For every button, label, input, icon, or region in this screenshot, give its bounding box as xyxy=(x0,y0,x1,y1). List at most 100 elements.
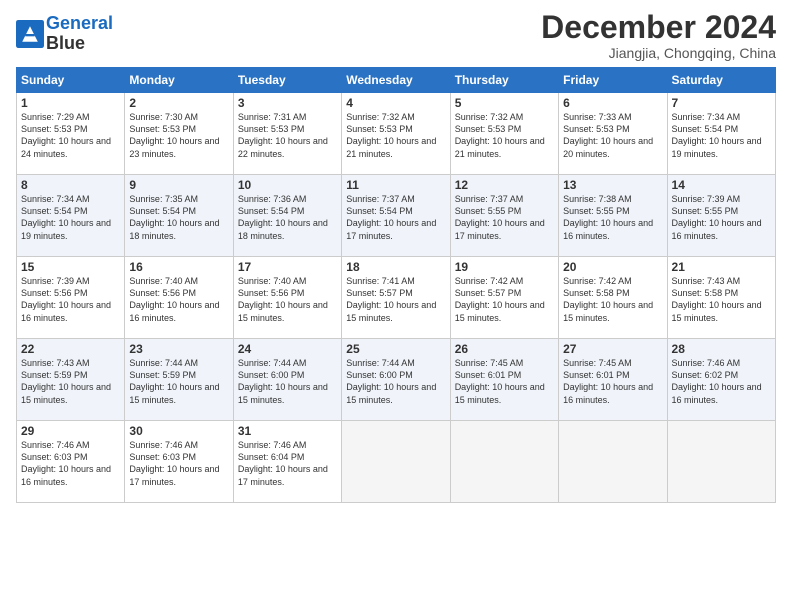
calendar-week-3: 15 Sunrise: 7:39 AM Sunset: 5:56 PM Dayl… xyxy=(17,257,776,339)
calendar-cell: 29 Sunrise: 7:46 AM Sunset: 6:03 PM Dayl… xyxy=(17,421,125,503)
calendar-cell: 8 Sunrise: 7:34 AM Sunset: 5:54 PM Dayli… xyxy=(17,175,125,257)
day-number: 4 xyxy=(346,96,445,110)
calendar-cell: 10 Sunrise: 7:36 AM Sunset: 5:54 PM Dayl… xyxy=(233,175,341,257)
calendar-cell: 7 Sunrise: 7:34 AM Sunset: 5:54 PM Dayli… xyxy=(667,93,775,175)
day-info: Sunrise: 7:34 AM Sunset: 5:54 PM Dayligh… xyxy=(21,193,120,242)
day-info: Sunrise: 7:44 AM Sunset: 5:59 PM Dayligh… xyxy=(129,357,228,406)
day-number: 28 xyxy=(672,342,771,356)
calendar-week-1: 1 Sunrise: 7:29 AM Sunset: 5:53 PM Dayli… xyxy=(17,93,776,175)
col-header-sunday: Sunday xyxy=(17,68,125,93)
day-number: 23 xyxy=(129,342,228,356)
day-info: Sunrise: 7:32 AM Sunset: 5:53 PM Dayligh… xyxy=(346,111,445,160)
day-number: 8 xyxy=(21,178,120,192)
calendar-cell: 5 Sunrise: 7:32 AM Sunset: 5:53 PM Dayli… xyxy=(450,93,558,175)
page-container: General Blue December 2024 Jiangjia, Cho… xyxy=(0,0,792,513)
calendar-cell: 22 Sunrise: 7:43 AM Sunset: 5:59 PM Dayl… xyxy=(17,339,125,421)
day-info: Sunrise: 7:39 AM Sunset: 5:56 PM Dayligh… xyxy=(21,275,120,324)
page-header: General Blue December 2024 Jiangjia, Cho… xyxy=(16,10,776,61)
day-info: Sunrise: 7:38 AM Sunset: 5:55 PM Dayligh… xyxy=(563,193,662,242)
calendar-cell: 24 Sunrise: 7:44 AM Sunset: 6:00 PM Dayl… xyxy=(233,339,341,421)
calendar-cell xyxy=(667,421,775,503)
calendar-cell: 14 Sunrise: 7:39 AM Sunset: 5:55 PM Dayl… xyxy=(667,175,775,257)
day-number: 30 xyxy=(129,424,228,438)
calendar-cell: 6 Sunrise: 7:33 AM Sunset: 5:53 PM Dayli… xyxy=(559,93,667,175)
calendar-header-row: SundayMondayTuesdayWednesdayThursdayFrid… xyxy=(17,68,776,93)
day-number: 19 xyxy=(455,260,554,274)
calendar-cell: 26 Sunrise: 7:45 AM Sunset: 6:01 PM Dayl… xyxy=(450,339,558,421)
day-info: Sunrise: 7:46 AM Sunset: 6:04 PM Dayligh… xyxy=(238,439,337,488)
day-number: 29 xyxy=(21,424,120,438)
calendar-cell xyxy=(450,421,558,503)
calendar-cell: 17 Sunrise: 7:40 AM Sunset: 5:56 PM Dayl… xyxy=(233,257,341,339)
day-info: Sunrise: 7:32 AM Sunset: 5:53 PM Dayligh… xyxy=(455,111,554,160)
col-header-wednesday: Wednesday xyxy=(342,68,450,93)
calendar-cell: 18 Sunrise: 7:41 AM Sunset: 5:57 PM Dayl… xyxy=(342,257,450,339)
col-header-monday: Monday xyxy=(125,68,233,93)
day-number: 20 xyxy=(563,260,662,274)
calendar-cell: 25 Sunrise: 7:44 AM Sunset: 6:00 PM Dayl… xyxy=(342,339,450,421)
day-number: 11 xyxy=(346,178,445,192)
logo-line2: Blue xyxy=(46,33,85,53)
day-number: 12 xyxy=(455,178,554,192)
calendar-week-2: 8 Sunrise: 7:34 AM Sunset: 5:54 PM Dayli… xyxy=(17,175,776,257)
calendar-cell xyxy=(559,421,667,503)
col-header-tuesday: Tuesday xyxy=(233,68,341,93)
calendar-cell: 12 Sunrise: 7:37 AM Sunset: 5:55 PM Dayl… xyxy=(450,175,558,257)
calendar-cell: 31 Sunrise: 7:46 AM Sunset: 6:04 PM Dayl… xyxy=(233,421,341,503)
day-number: 2 xyxy=(129,96,228,110)
day-number: 9 xyxy=(129,178,228,192)
day-info: Sunrise: 7:45 AM Sunset: 6:01 PM Dayligh… xyxy=(563,357,662,406)
col-header-friday: Friday xyxy=(559,68,667,93)
calendar-cell: 11 Sunrise: 7:37 AM Sunset: 5:54 PM Dayl… xyxy=(342,175,450,257)
calendar-cell: 28 Sunrise: 7:46 AM Sunset: 6:02 PM Dayl… xyxy=(667,339,775,421)
day-number: 6 xyxy=(563,96,662,110)
day-info: Sunrise: 7:35 AM Sunset: 5:54 PM Dayligh… xyxy=(129,193,228,242)
day-number: 17 xyxy=(238,260,337,274)
logo-text: General Blue xyxy=(46,14,113,54)
day-number: 10 xyxy=(238,178,337,192)
day-info: Sunrise: 7:46 AM Sunset: 6:03 PM Dayligh… xyxy=(21,439,120,488)
day-number: 7 xyxy=(672,96,771,110)
day-info: Sunrise: 7:30 AM Sunset: 5:53 PM Dayligh… xyxy=(129,111,228,160)
calendar-cell: 30 Sunrise: 7:46 AM Sunset: 6:03 PM Dayl… xyxy=(125,421,233,503)
calendar-cell: 9 Sunrise: 7:35 AM Sunset: 5:54 PM Dayli… xyxy=(125,175,233,257)
calendar-cell: 23 Sunrise: 7:44 AM Sunset: 5:59 PM Dayl… xyxy=(125,339,233,421)
day-info: Sunrise: 7:40 AM Sunset: 5:56 PM Dayligh… xyxy=(129,275,228,324)
day-info: Sunrise: 7:39 AM Sunset: 5:55 PM Dayligh… xyxy=(672,193,771,242)
calendar-cell: 2 Sunrise: 7:30 AM Sunset: 5:53 PM Dayli… xyxy=(125,93,233,175)
logo: General Blue xyxy=(16,14,113,54)
day-info: Sunrise: 7:29 AM Sunset: 5:53 PM Dayligh… xyxy=(21,111,120,160)
logo-line1: General xyxy=(46,13,113,33)
col-header-saturday: Saturday xyxy=(667,68,775,93)
day-info: Sunrise: 7:44 AM Sunset: 6:00 PM Dayligh… xyxy=(238,357,337,406)
day-number: 18 xyxy=(346,260,445,274)
location-subtitle: Jiangjia, Chongqing, China xyxy=(541,45,776,61)
day-info: Sunrise: 7:41 AM Sunset: 5:57 PM Dayligh… xyxy=(346,275,445,324)
day-info: Sunrise: 7:46 AM Sunset: 6:02 PM Dayligh… xyxy=(672,357,771,406)
calendar-cell: 19 Sunrise: 7:42 AM Sunset: 5:57 PM Dayl… xyxy=(450,257,558,339)
day-number: 14 xyxy=(672,178,771,192)
calendar-cell xyxy=(342,421,450,503)
day-number: 5 xyxy=(455,96,554,110)
day-number: 25 xyxy=(346,342,445,356)
calendar-cell: 3 Sunrise: 7:31 AM Sunset: 5:53 PM Dayli… xyxy=(233,93,341,175)
day-info: Sunrise: 7:44 AM Sunset: 6:00 PM Dayligh… xyxy=(346,357,445,406)
month-title: December 2024 xyxy=(541,10,776,45)
day-number: 1 xyxy=(21,96,120,110)
day-info: Sunrise: 7:34 AM Sunset: 5:54 PM Dayligh… xyxy=(672,111,771,160)
day-number: 13 xyxy=(563,178,662,192)
day-number: 16 xyxy=(129,260,228,274)
day-info: Sunrise: 7:33 AM Sunset: 5:53 PM Dayligh… xyxy=(563,111,662,160)
day-number: 22 xyxy=(21,342,120,356)
calendar-cell: 13 Sunrise: 7:38 AM Sunset: 5:55 PM Dayl… xyxy=(559,175,667,257)
day-number: 27 xyxy=(563,342,662,356)
logo-icon xyxy=(16,20,44,48)
day-info: Sunrise: 7:31 AM Sunset: 5:53 PM Dayligh… xyxy=(238,111,337,160)
day-info: Sunrise: 7:43 AM Sunset: 5:58 PM Dayligh… xyxy=(672,275,771,324)
title-block: December 2024 Jiangjia, Chongqing, China xyxy=(541,10,776,61)
calendar-table: SundayMondayTuesdayWednesdayThursdayFrid… xyxy=(16,67,776,503)
day-info: Sunrise: 7:40 AM Sunset: 5:56 PM Dayligh… xyxy=(238,275,337,324)
day-info: Sunrise: 7:37 AM Sunset: 5:55 PM Dayligh… xyxy=(455,193,554,242)
calendar-cell: 16 Sunrise: 7:40 AM Sunset: 5:56 PM Dayl… xyxy=(125,257,233,339)
day-info: Sunrise: 7:43 AM Sunset: 5:59 PM Dayligh… xyxy=(21,357,120,406)
